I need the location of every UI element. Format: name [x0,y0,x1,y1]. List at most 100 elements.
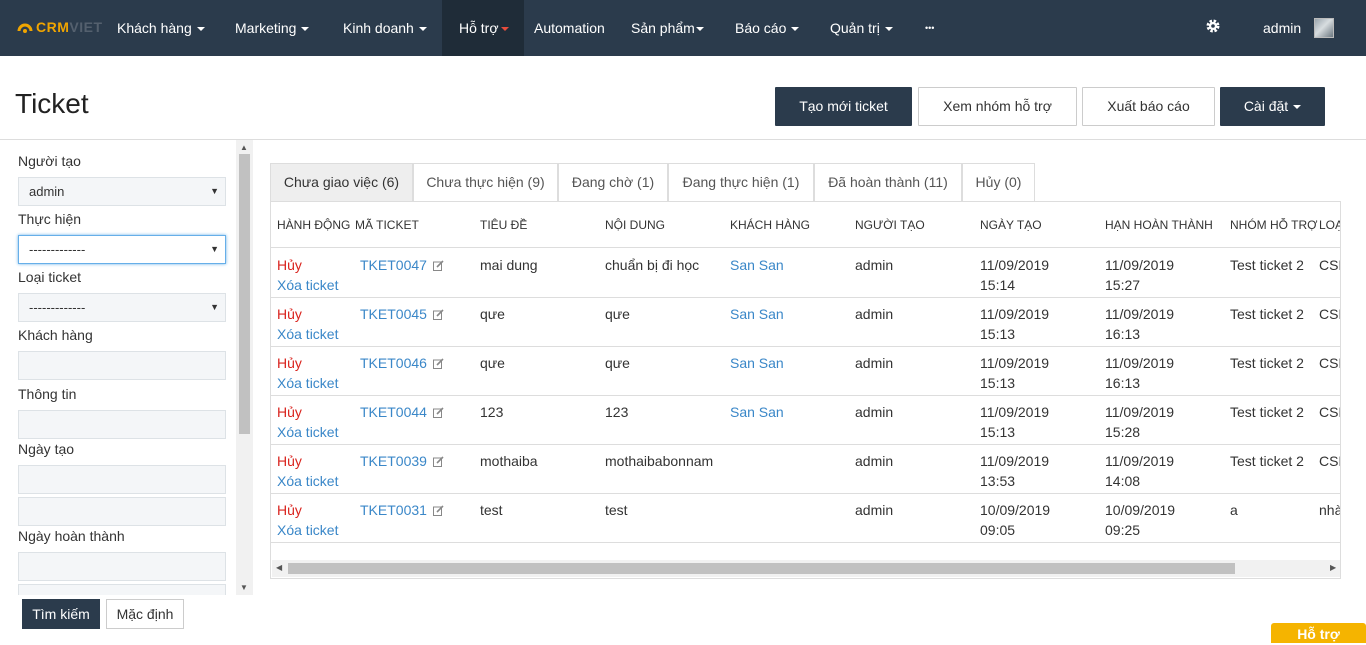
ticket-code-link[interactable]: TKET0045 [360,306,427,322]
cancel-ticket-link[interactable]: Hủy [277,500,338,520]
settings-label: Cài đặt [1243,98,1289,114]
table-row[interactable]: Hủy Xóa ticket TKET0045 qưe qưe San San admin 1… [271,298,1340,347]
delete-ticket-link[interactable]: Xóa ticket [277,373,338,393]
scroll-down-icon[interactable]: ▼ [240,583,248,592]
help-support-button[interactable]: Hỗ trợ [1271,623,1366,643]
edit-icon[interactable] [432,309,444,320]
content-cell: qưe [605,355,630,371]
ticket-code-cell[interactable]: TKET0046 [360,353,444,373]
support-group-cell: Test ticket 2 [1230,355,1304,371]
scroll-up-icon[interactable]: ▲ [240,143,248,152]
ticket-code-link[interactable]: TKET0047 [360,257,427,273]
ticket-code-cell[interactable]: TKET0031 [360,500,444,520]
create-ticket-button[interactable]: Tạo mới ticket [775,87,912,126]
assignee-label: Thực hiện [18,211,82,227]
nav-customers[interactable]: Khách hàng [117,0,205,56]
delete-ticket-link[interactable]: Xóa ticket [277,324,338,344]
gear-icon[interactable] [1205,18,1221,34]
ticket-code-cell[interactable]: TKET0039 [360,451,444,471]
cancel-ticket-link[interactable]: Hủy [277,402,338,422]
delete-ticket-link[interactable]: Xóa ticket [277,471,338,491]
cancel-ticket-link[interactable]: Hủy [277,353,338,373]
table-row[interactable]: Hủy Xóa ticket TKET0047 mai dung chuẩn bị đi… [271,249,1340,298]
customer-link[interactable]: San San [730,402,784,422]
title-cell: test [480,502,503,518]
user-name[interactable]: admin [1263,0,1301,56]
created-date-to-input[interactable] [18,497,226,526]
due-date-cell: 11/09/2019 16:13 [1105,304,1174,344]
info-input[interactable] [18,410,226,439]
customer-link[interactable]: San San [730,255,784,275]
table-horizontal-scrollbar[interactable]: ◀ ▶ [272,560,1340,577]
support-group-cell: a [1230,502,1238,518]
created-time: 15:13 [980,375,1016,391]
delete-ticket-link[interactable]: Xóa ticket [277,275,338,295]
type-cell: CSK [1319,404,1340,420]
edit-icon[interactable] [432,456,444,467]
ticket-code-cell[interactable]: TKET0045 [360,304,444,324]
customer-input[interactable] [18,351,226,380]
scroll-left-icon[interactable]: ◀ [276,563,282,572]
ticket-code-cell[interactable]: TKET0047 [360,255,444,275]
customer-link[interactable]: San San [730,304,784,324]
table-row[interactable]: Hủy Xóa ticket TKET0046 qưe qưe San San admin 1… [271,347,1340,396]
avatar[interactable] [1314,18,1334,38]
nav-support[interactable]: Hỗ trợ [442,0,524,56]
row-actions: Hủy Xóa ticket [277,451,338,491]
export-report-button[interactable]: Xuất báo cáo [1082,87,1215,126]
crmviet-logo[interactable]: CRMVIET [17,19,103,35]
nav-more[interactable]: ••• [925,0,934,56]
row-actions: Hủy Xóa ticket [277,500,338,540]
assignee-select[interactable]: ------------- ▼ [18,235,226,264]
ticket-code-cell[interactable]: TKET0044 [360,402,444,422]
due-date-cell: 11/09/2019 15:28 [1105,402,1174,442]
scrollbar-thumb[interactable] [239,154,250,434]
ticket-code-link[interactable]: TKET0039 [360,453,427,469]
tab-cancelled[interactable]: Hủy (0) [962,163,1035,201]
tab-unassigned[interactable]: Chưa giao việc (6) [270,163,413,201]
view-support-groups-button[interactable]: Xem nhóm hỗ trợ [918,87,1077,126]
ticket-code-link[interactable]: TKET0031 [360,502,427,518]
nav-automation[interactable]: Automation [534,0,605,56]
completed-date-to-input[interactable] [18,584,226,595]
ticket-code-link[interactable]: TKET0044 [360,404,427,420]
table-row[interactable]: Hủy Xóa ticket TKET0044 123 123 San San admin 1… [271,396,1340,445]
nav-marketing[interactable]: Marketing [235,0,310,56]
search-button[interactable]: Tìm kiếm [22,599,100,629]
ticket-code-link[interactable]: TKET0046 [360,355,427,371]
nav-reports[interactable]: Báo cáo [735,0,800,56]
scrollbar-thumb[interactable] [288,563,1235,574]
cancel-ticket-link[interactable]: Hủy [277,451,338,471]
table-row[interactable]: Hủy Xóa ticket TKET0039 mothaiba mothaibabon… [271,445,1340,494]
delete-ticket-link[interactable]: Xóa ticket [277,520,338,540]
edit-icon[interactable] [432,260,444,271]
table-row[interactable]: Hủy Xóa ticket TKET0031 test test admin 10/09/… [271,494,1340,543]
scroll-right-icon[interactable]: ▶ [1330,563,1336,572]
tab-not-started[interactable]: Chưa thực hiện (9) [413,163,558,201]
chevron-down-icon [884,27,893,32]
created-date-from-input[interactable] [18,465,226,494]
cancel-ticket-link[interactable]: Hủy [277,304,338,324]
nav-products[interactable]: Sản phẩm [631,0,704,56]
chevron-down-icon [196,27,205,32]
delete-ticket-link[interactable]: Xóa ticket [277,422,338,442]
tab-waiting[interactable]: Đang chờ (1) [558,163,668,201]
creator-select[interactable]: admin ▼ [18,177,226,206]
reset-default-button[interactable]: Mặc định [106,599,184,629]
logo-text-viet: VIET [69,19,103,35]
cancel-ticket-link[interactable]: Hủy [277,255,338,275]
edit-icon[interactable] [432,407,444,418]
settings-button[interactable]: Cài đặt [1220,87,1325,126]
sidebar-scrollbar[interactable]: ▲ ▼ [236,140,253,595]
content-cell: chuẩn bị đi học [605,257,700,273]
tab-completed[interactable]: Đã hoàn thành (11) [814,163,962,201]
completed-date-from-input[interactable] [18,552,226,581]
edit-icon[interactable] [432,358,444,369]
tab-in-progress[interactable]: Đang thực hiện (1) [668,163,814,201]
edit-icon[interactable] [432,505,444,516]
nav-admin[interactable]: Quản trị [830,0,893,56]
due-date-cell: 11/09/2019 14:08 [1105,451,1174,491]
customer-link[interactable]: San San [730,353,784,373]
ticket-type-select[interactable]: ------------- ▼ [18,293,226,322]
nav-sales[interactable]: Kinh doanh [343,0,427,56]
